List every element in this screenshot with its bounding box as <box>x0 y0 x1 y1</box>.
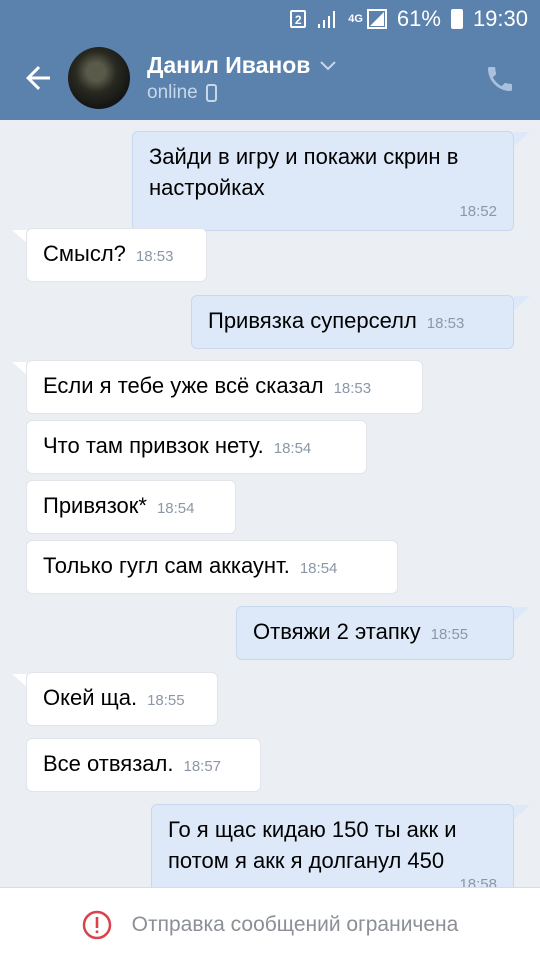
message-text: Зайди в игру и покажи скрин в настройках <box>149 144 459 200</box>
message-bubble[interactable]: Все отвязал. 18:57 <box>26 738 261 792</box>
signal-icon <box>366 9 387 29</box>
message-bubble[interactable]: Привязок* 18:54 <box>26 480 236 534</box>
battery-percent: 61% <box>396 6 441 31</box>
bubble-tail <box>514 132 530 146</box>
message-bubble[interactable]: Только гугл сам аккаунт. 18:54 <box>26 540 398 594</box>
message-bubble[interactable]: Смысл? 18:53 <box>26 228 207 282</box>
contact-status: online <box>147 82 217 104</box>
message-time: 18:55 <box>147 692 185 709</box>
signal-icon <box>318 11 336 28</box>
send-restricted-text: Отправка сообщений ограничена <box>131 912 459 936</box>
status-text: online <box>147 82 198 103</box>
message-text: Только гугл сам аккаунт. <box>43 553 290 578</box>
message-text: Отвяжи 2 этапку <box>253 619 421 644</box>
clock: 19:30 <box>472 6 528 31</box>
network-type: 4G <box>348 13 363 25</box>
message-list[interactable]: Зайди в игру и покажи скрин в настройках… <box>0 120 540 887</box>
message-time: 18:54 <box>156 500 195 517</box>
bubble-tail <box>514 296 530 310</box>
message-time: 18:57 <box>183 758 222 775</box>
send-restricted-bar: Отправка сообщений ограничена <box>0 887 540 961</box>
message-bubble[interactable]: Если я тебе уже всё сказал 18:53 <box>26 360 423 414</box>
phone-call-icon[interactable] <box>484 63 516 95</box>
message-text: Смысл? <box>43 241 126 266</box>
message-text: Что там привзок нету. <box>43 433 264 458</box>
message-bubble[interactable]: Окей ща. 18:55 <box>26 672 218 726</box>
message-time: 18:53 <box>135 248 174 265</box>
message-time: 18:54 <box>273 440 312 457</box>
message-text: Все отвязал. <box>43 751 174 776</box>
bubble-tail <box>514 805 530 819</box>
contact-name-text: Данил Иванов <box>147 52 311 78</box>
bubble-tail <box>514 607 530 621</box>
message-time: 18:52 <box>459 203 497 220</box>
message-bubble[interactable]: Привязка суперселл 18:53 <box>191 295 514 349</box>
message-time: 18:58 <box>459 876 497 887</box>
message-text: Окей ща. <box>43 685 138 710</box>
avatar[interactable] <box>68 47 130 109</box>
message-bubble[interactable]: Го я щас кидаю 150 ты акк и потом я акк … <box>151 804 514 887</box>
message-text: Привязок* <box>43 493 147 518</box>
message-bubble[interactable]: Зайди в игру и покажи скрин в настройках… <box>132 131 514 231</box>
sim-2-icon: 2 <box>290 10 307 28</box>
status-bar: 2 4G 61% 19:30 <box>0 0 540 38</box>
chevron-down-icon <box>320 60 337 70</box>
chat-header: Данил Иванов online <box>0 38 540 120</box>
message-text: Привязка суперселл <box>208 308 417 333</box>
warning-circle-icon <box>82 910 111 939</box>
message-time: 18:53 <box>426 315 465 332</box>
message-time: 18:55 <box>430 626 469 643</box>
message-time: 18:54 <box>299 560 338 577</box>
back-arrow-icon[interactable] <box>20 60 56 96</box>
contact-name[interactable]: Данил Иванов <box>147 52 337 79</box>
message-text: Го я щас кидаю 150 ты акк и потом я акк … <box>168 817 457 873</box>
message-time: 18:53 <box>333 380 372 397</box>
message-bubble[interactable]: Что там привзок нету. 18:54 <box>26 420 367 474</box>
mobile-phone-icon <box>205 84 217 102</box>
battery-icon <box>450 9 463 29</box>
message-text: Если я тебе уже всё сказал <box>43 373 324 398</box>
message-bubble[interactable]: Отвяжи 2 этапку 18:55 <box>236 606 514 660</box>
